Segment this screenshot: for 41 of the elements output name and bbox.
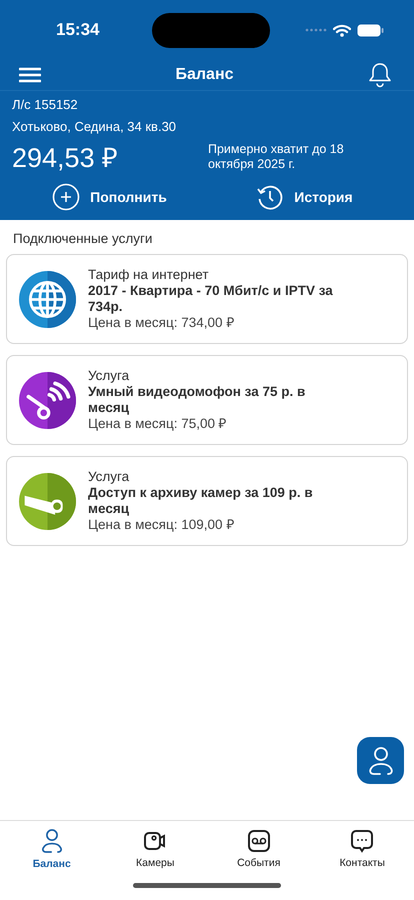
chat-icon	[350, 829, 374, 853]
service-card[interactable]: Услуга Доступ к архиву камер за 109 р. в месяц Цена в месяц: 109,00 ₽	[6, 456, 408, 546]
tab[interactable]: Контакты	[310, 821, 414, 877]
service-price: Цена в месяц: 109,00 ₽	[88, 517, 236, 533]
service-category: Тариф на интернет	[88, 267, 210, 283]
account-number: Л/с 155152	[12, 97, 79, 113]
menu-icon[interactable]	[19, 67, 41, 83]
person-icon	[368, 746, 394, 776]
tab[interactable]: Баланс	[0, 821, 104, 877]
service-category: Услуга	[88, 469, 130, 485]
service-category: Услуга	[88, 368, 130, 384]
status-time: 15:34	[56, 20, 100, 40]
globe-icon	[19, 270, 76, 328]
bell-icon[interactable]	[368, 62, 392, 88]
screen-title: Баланс	[175, 66, 234, 84]
service-card[interactable]: Услуга Умный видеодомофон за 75 р. в месяц Цена в месяц: 75,00 ₽	[6, 355, 408, 445]
history-icon	[256, 183, 284, 211]
service-name: Умный видеодомофон за 75 р. в месяц	[88, 384, 306, 416]
voicemail-icon	[246, 829, 271, 853]
service-price: Цена в месяц: 75,00 ₽	[88, 416, 228, 432]
section-title: Подключенные услуги	[12, 230, 154, 248]
balance-amount: 294,53 ₽	[12, 142, 120, 175]
signal-icon	[305, 28, 327, 32]
service-name: Доступ к архиву камер за 109 р. в месяц	[88, 485, 314, 517]
service-price: Цена в месяц: 734,00 ₽	[88, 315, 236, 331]
battery-icon	[357, 24, 384, 36]
camera-icon	[143, 829, 168, 853]
address: Хотьково, Седина, 34 кв.30	[12, 119, 178, 134]
camera-icon	[19, 472, 76, 530]
forecast-text: Примерно хватит до 18 октября 2025 г.	[208, 142, 345, 172]
service-card[interactable]: Тариф на интернет 2017 - Квартира - 70 Мбит/с и IPTV за 734р. Цена в месяц: 734,00 ₽	[6, 254, 408, 344]
tab[interactable]: События	[207, 821, 310, 877]
person-icon	[40, 828, 63, 854]
history-button[interactable]: История	[207, 183, 402, 211]
top-up-button[interactable]: Пополнить	[12, 183, 207, 211]
service-name: 2017 - Квартира - 70 Мбит/с и IPTV за 734р.	[88, 283, 334, 315]
wifi-icon	[333, 24, 351, 36]
tab[interactable]: Камеры	[104, 821, 207, 877]
profile-button[interactable]	[357, 737, 404, 784]
intercom-icon	[19, 372, 76, 428]
plus-icon	[52, 183, 80, 211]
